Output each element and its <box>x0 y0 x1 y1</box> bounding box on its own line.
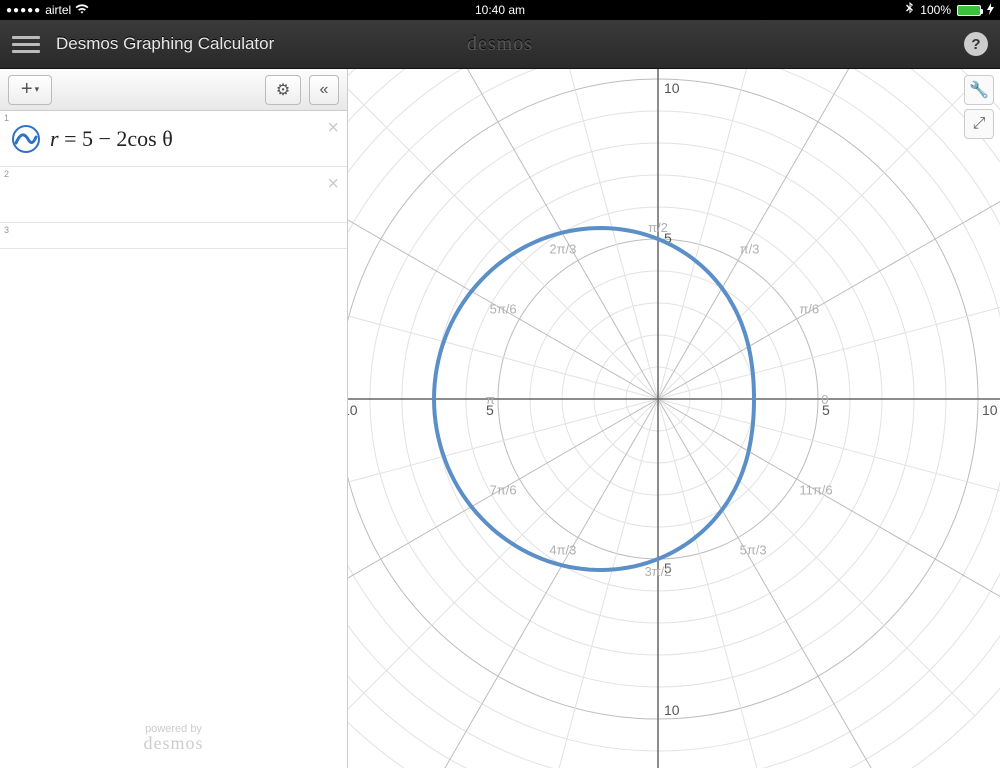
app-header: Desmos Graphing Calculator desmos ? <box>0 20 1000 69</box>
svg-text:5π/3: 5π/3 <box>740 542 767 557</box>
expression-color-icon[interactable] <box>12 125 40 153</box>
status-time: 10:40 am <box>475 3 525 17</box>
graph-canvas[interactable]: 5105105105100π/6π/3π/22π/35π/6π7π/64π/33… <box>348 69 1000 768</box>
expression-list: 1 × r = 5 − 2cos θ 2 × 3 <box>0 111 347 768</box>
svg-text:11π/6: 11π/6 <box>799 483 832 498</box>
expression-index: 1 <box>4 113 9 123</box>
expression-row[interactable]: 3 <box>0 223 347 249</box>
expression-index: 2 <box>4 169 9 179</box>
brand-logo: desmos <box>467 33 533 56</box>
svg-text:10: 10 <box>348 402 358 418</box>
svg-text:7π/6: 7π/6 <box>490 483 517 498</box>
chevron-left-icon: « <box>320 81 325 99</box>
status-right: 100% <box>906 2 994 18</box>
battery-icon <box>957 5 981 16</box>
status-left: ●●●●● airtel <box>6 3 89 17</box>
carrier-label: airtel <box>45 3 71 17</box>
workspace: +▾ ⚙ « 1 × r = 5 − 2cos θ 2 × <box>0 69 1000 768</box>
settings-button[interactable]: ⚙ <box>265 75 301 105</box>
expression-index: 3 <box>4 225 9 235</box>
svg-text:3π/2: 3π/2 <box>644 564 671 579</box>
svg-text:2π/3: 2π/3 <box>549 242 576 257</box>
graph-pane[interactable]: 5105105105100π/6π/3π/22π/35π/6π7π/64π/33… <box>348 69 1000 768</box>
wifi-icon <box>75 3 89 17</box>
bluetooth-icon <box>906 2 914 18</box>
status-bar: ●●●●● airtel 10:40 am 100% <box>0 0 1000 20</box>
svg-text:0: 0 <box>821 392 828 407</box>
gear-icon: ⚙ <box>276 80 290 100</box>
sidebar-toolbar: +▾ ⚙ « <box>0 69 347 111</box>
delete-expression-button[interactable]: × <box>327 173 339 196</box>
svg-text:π/6: π/6 <box>799 301 819 316</box>
svg-text:10: 10 <box>664 80 680 96</box>
expand-icon: ⤢ <box>973 115 986 133</box>
svg-text:10: 10 <box>664 702 680 718</box>
delete-expression-button[interactable]: × <box>327 117 339 140</box>
graph-tools: 🔧 ⤢ <box>964 75 994 139</box>
svg-text:4π/3: 4π/3 <box>549 542 576 557</box>
app-title: Desmos Graphing Calculator <box>56 34 274 54</box>
charging-bolt-icon <box>987 3 994 18</box>
svg-text:π/2: π/2 <box>648 220 668 235</box>
wrench-icon: 🔧 <box>969 80 989 100</box>
expression-row[interactable]: 2 × <box>0 167 347 223</box>
collapse-sidebar-button[interactable]: « <box>309 75 339 105</box>
menu-button[interactable] <box>12 30 40 58</box>
expression-sidebar: +▾ ⚙ « 1 × r = 5 − 2cos θ 2 × <box>0 69 348 768</box>
expression-row[interactable]: 1 × r = 5 − 2cos θ <box>0 111 347 167</box>
expression-formula[interactable]: r = 5 − 2cos θ <box>50 126 173 152</box>
signal-dots-icon: ●●●●● <box>6 5 41 16</box>
svg-text:π: π <box>486 392 495 407</box>
svg-text:π/3: π/3 <box>740 242 760 257</box>
graph-settings-button[interactable]: 🔧 <box>964 75 994 105</box>
svg-text:10: 10 <box>982 402 998 418</box>
plus-icon: + <box>21 78 33 101</box>
svg-text:5π/6: 5π/6 <box>490 301 517 316</box>
caret-down-icon: ▾ <box>35 84 40 95</box>
zoom-fit-button[interactable]: ⤢ <box>964 109 994 139</box>
help-button[interactable]: ? <box>964 32 988 56</box>
add-expression-button[interactable]: +▾ <box>8 75 52 105</box>
battery-percent: 100% <box>920 3 951 17</box>
